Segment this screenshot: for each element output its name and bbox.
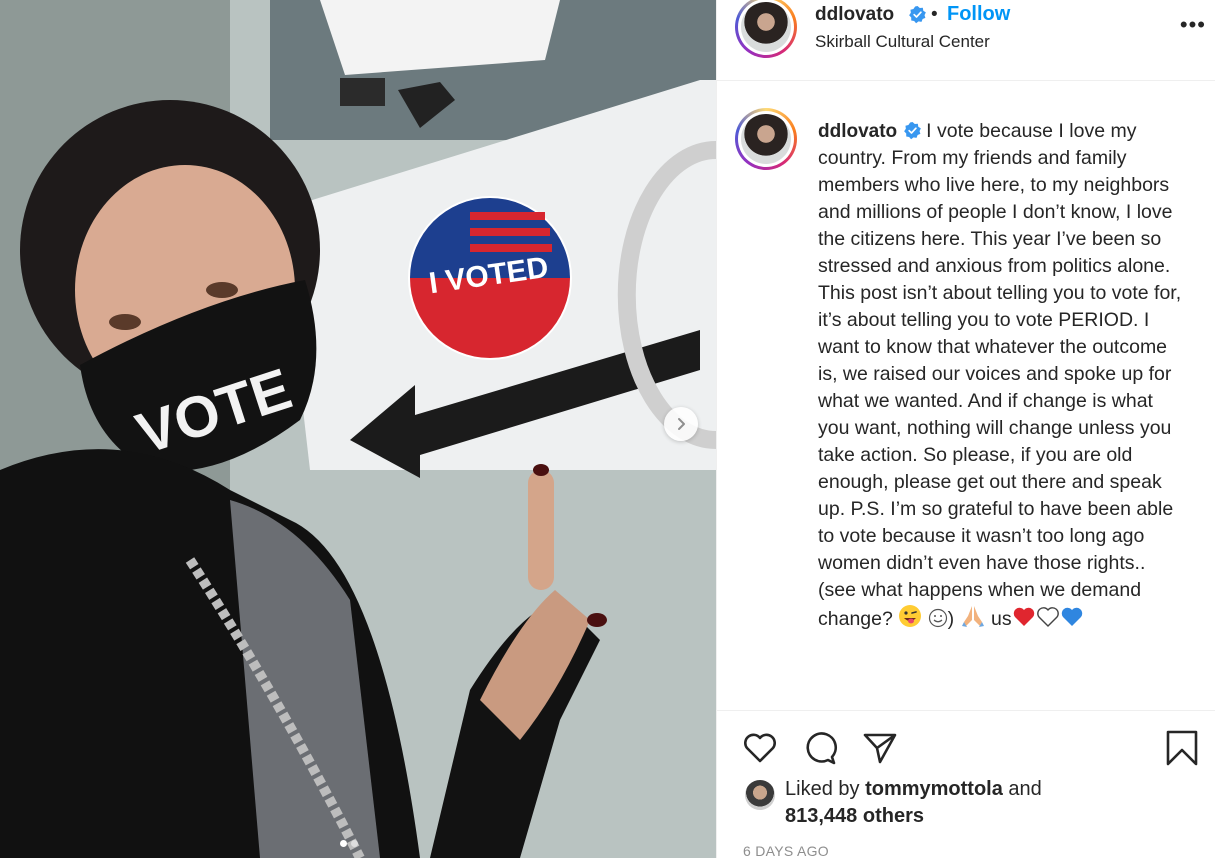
blue-heart-icon — [1061, 607, 1082, 626]
caption-username[interactable]: ddlovato — [818, 121, 897, 142]
white-heart-icon — [1036, 607, 1059, 627]
liked-by-line: Liked by tommymottola and — [785, 778, 1042, 801]
liked-by-prefix: Liked by — [785, 778, 866, 800]
post-side-panel: ddlovato • Follow Skirball Cultural Cent… — [716, 0, 1215, 858]
caption-us: us — [991, 608, 1012, 630]
next-photo-button[interactable] — [664, 407, 698, 441]
header-username[interactable]: ddlovato — [815, 4, 894, 26]
heart-icon[interactable] — [741, 729, 779, 767]
red-heart-icon — [1013, 607, 1034, 626]
photo-scene: I VOTED VOTE — [0, 0, 716, 858]
verified-badge-icon — [909, 5, 926, 24]
header-separator: • — [931, 4, 938, 25]
caption-avatar[interactable] — [735, 108, 797, 170]
comment-icon[interactable] — [801, 729, 839, 767]
caption-paren: ) — [947, 608, 955, 630]
action-bar — [717, 710, 1215, 778]
avatar[interactable] — [735, 0, 797, 58]
liker-username[interactable]: tommymottola — [865, 778, 1003, 800]
post-timestamp[interactable]: 6 DAYS AGO — [743, 843, 829, 858]
verified-badge-icon — [904, 121, 922, 140]
bookmark-icon[interactable] — [1163, 729, 1201, 767]
location-link[interactable]: Skirball Cultural Center — [815, 32, 990, 52]
carousel-dot-active — [340, 840, 347, 847]
chevron-right-icon — [678, 418, 685, 430]
likes-count[interactable]: 813,448 others — [785, 805, 924, 828]
carousel-dot — [351, 840, 358, 847]
liked-by-and: and — [1002, 778, 1042, 800]
praying-hands-icon — [961, 606, 984, 627]
follow-button[interactable]: Follow — [947, 3, 1010, 26]
post-header: ddlovato • Follow Skirball Cultural Cent… — [717, 0, 1215, 81]
share-icon[interactable] — [861, 729, 899, 767]
caption-body: I vote because I love my country. From m… — [818, 120, 1182, 630]
winking-tongue-emoji-icon — [899, 605, 922, 627]
smiley-icon — [928, 608, 947, 628]
caption-area: ddlovato I vote because I love my countr… — [717, 82, 1215, 708]
carousel-indicator — [340, 840, 358, 847]
more-options-button[interactable]: ••• — [1180, 12, 1206, 38]
liker-avatar[interactable] — [745, 780, 775, 810]
post-photo[interactable]: I VOTED VOTE — [0, 0, 716, 858]
caption-text: ddlovato I vote because I love my countr… — [818, 118, 1188, 633]
